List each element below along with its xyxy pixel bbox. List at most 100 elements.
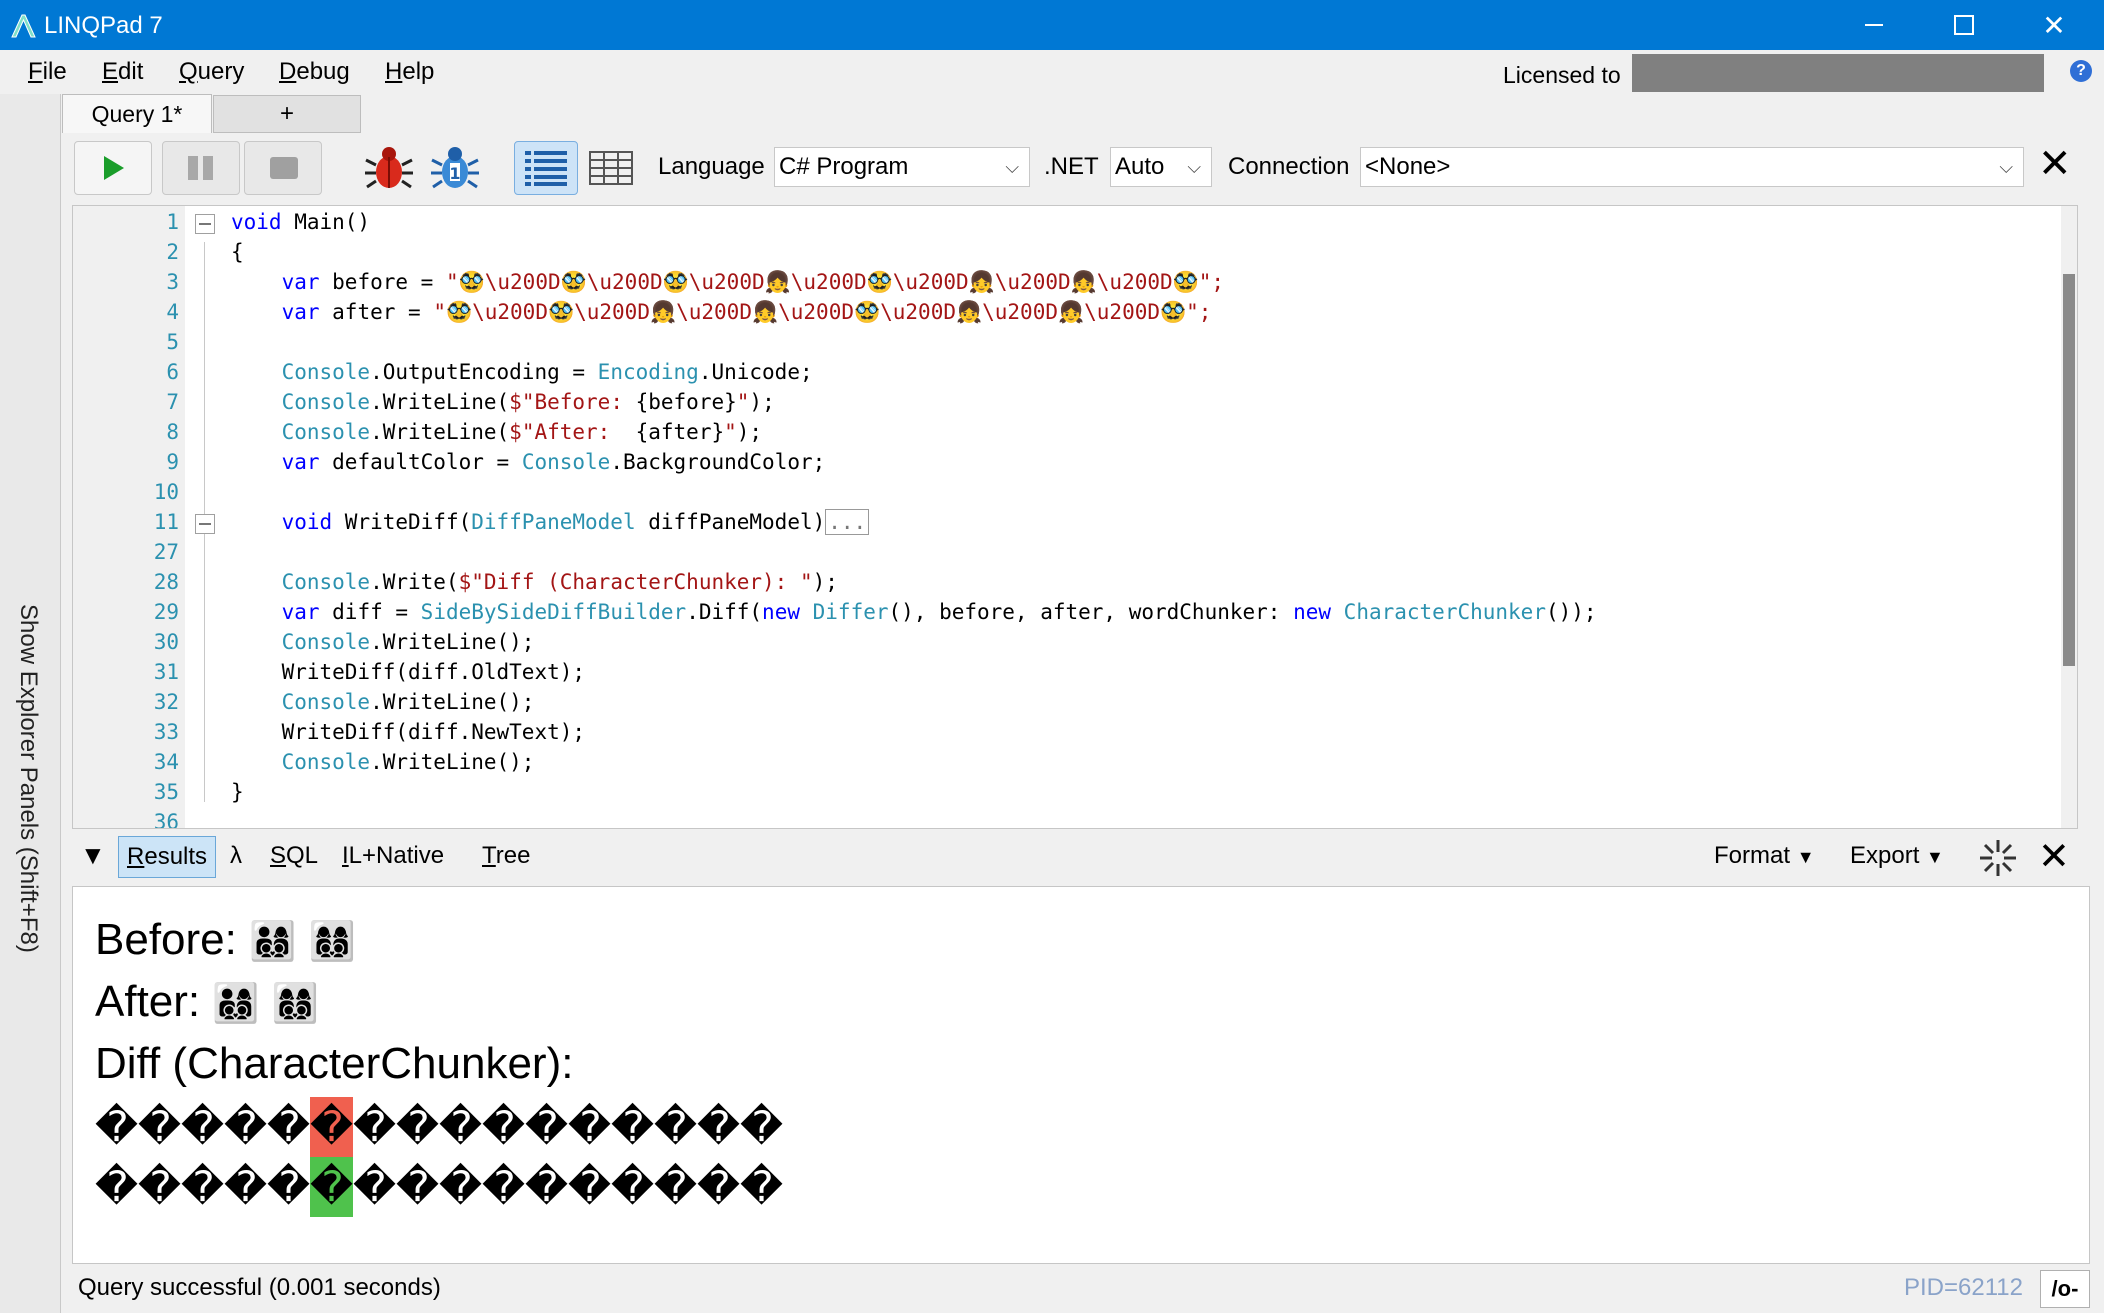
code-line-9: var defaultColor = Console.BackgroundCol… [281, 450, 826, 474]
dotnet-version-select[interactable]: Auto ⌵ [1110, 147, 1212, 187]
diff-char: � [439, 1102, 483, 1151]
query-status-text: Query successful (0.001 seconds) [78, 1274, 441, 1301]
tab-il-native[interactable]: IL+Native [342, 842, 444, 870]
minimize-button[interactable] [1832, 0, 1916, 50]
diff-char: � [525, 1102, 569, 1151]
fold-toggle-writediff[interactable] [195, 514, 215, 534]
code-line-2: { [231, 240, 244, 264]
code-line-1: void Main() [231, 210, 371, 234]
connection-select[interactable]: <None> ⌵ [1360, 147, 2024, 187]
diff-char: � [525, 1162, 569, 1211]
grid-results-button[interactable] [584, 143, 638, 193]
diff-char: � [181, 1102, 225, 1151]
diff-char: � [654, 1162, 698, 1211]
close-query-button[interactable]: ✕ [2038, 141, 2072, 187]
code-line-11: void WriteDiff(DiffPaneModel diffPaneMod… [231, 509, 870, 535]
chevron-down-icon: ⌵ [1999, 157, 2013, 177]
query-toolbar: 1 Language C# Program ⌵ .NET Auto ⌵ Conn… [62, 133, 2100, 205]
diff-char: � [482, 1102, 526, 1151]
language-select[interactable]: C# Program ⌵ [774, 147, 1030, 187]
diff-char: � [267, 1102, 311, 1151]
undock-results-button[interactable] [1978, 838, 2018, 878]
process-id-label: PID=62112 [1904, 1274, 2023, 1301]
tab-results[interactable]: Results [118, 836, 217, 878]
diff-char: � [224, 1162, 268, 1211]
results-output-pane: Before: 👨‍👩‍👦‍👦 👩‍👩‍👦‍👦 After: 👨‍👩‍👦‍👦 👩… [72, 886, 2090, 1264]
diff-char: � [396, 1102, 440, 1151]
debug-bug-icon [365, 147, 413, 189]
close-icon: ✕ [2038, 836, 2070, 878]
code-line-7: Console.WriteLine($"Before: {before}"); [281, 390, 775, 414]
language-label: Language [658, 153, 765, 180]
diff-char: � [697, 1162, 741, 1211]
menu-bar: File Edit Query Debug Help Licensed to ? [0, 50, 2104, 94]
code-line-4: var after = "🥸\u200D🥸\u200D👧\u200D👧\u200… [281, 300, 1212, 324]
diff-deleted-char: � [310, 1097, 353, 1157]
tab-query-1[interactable]: Query 1* [62, 94, 212, 133]
tab-tree[interactable]: Tree [482, 842, 530, 870]
pause-button[interactable] [162, 141, 240, 195]
rich-text-results-icon [525, 151, 567, 186]
diff-char: � [138, 1162, 182, 1211]
code-line-31: WriteDiff(diff.OldText); [281, 660, 586, 684]
code-editor[interactable]: 1 2 3 4 5 6 7 8 9 10 11 27 28 29 30 31 3… [72, 205, 2078, 829]
code-line-35: } [231, 780, 244, 804]
optimize-toggle-button[interactable]: /o- [2040, 1270, 2090, 1308]
after-emoji-value: 👨‍👩‍👦‍👦 👩‍👩‍👦‍👦 [212, 981, 320, 1025]
code-line-34: Console.WriteLine(); [281, 750, 535, 774]
tab-sql[interactable]: SQL [270, 842, 318, 870]
export-menu-button[interactable]: Export ▼ [1850, 842, 1944, 870]
diff-char: � [611, 1162, 655, 1211]
diff-char: � [482, 1162, 526, 1211]
menu-edit[interactable]: Edit [102, 58, 143, 86]
output-line-after: After: 👨‍👩‍👦‍👦 👩‍👩‍👦‍👦 [95, 977, 320, 1026]
fold-toggle-main[interactable] [195, 214, 215, 234]
diff-old-row: � � � � � � � � � � � � � � � � [95, 1097, 783, 1157]
debug-button[interactable] [362, 143, 416, 193]
diff-char: � [181, 1162, 225, 1211]
stop-icon [270, 157, 298, 179]
maximize-button[interactable] [1922, 0, 2006, 50]
undock-icon [1980, 840, 2016, 876]
debug-step-button[interactable]: 1 [428, 143, 482, 193]
output-line-before: Before: 👨‍👩‍👦‍👦 👩‍👩‍👦‍👦 [95, 915, 356, 964]
show-explorer-panels-strip[interactable]: Show Explorer Panels (Shift+F8) [0, 94, 61, 1313]
before-emoji-value: 👨‍👩‍👦‍👦 👩‍👩‍👦‍👦 [249, 919, 356, 963]
close-icon: ✕ [2042, 9, 2066, 41]
debug-step-icon: 1 [431, 147, 479, 189]
diff-char: � [138, 1102, 182, 1151]
new-query-tab[interactable]: + [213, 95, 361, 133]
caret-down-icon: ▼ [1796, 847, 1815, 867]
close-window-button[interactable]: ✕ [2012, 0, 2096, 50]
code-line-8: Console.WriteLine($"After: {after}"); [281, 420, 763, 444]
collapsed-region-marker[interactable]: ... [825, 509, 870, 535]
menu-file[interactable]: File [28, 58, 67, 86]
stop-button[interactable] [244, 141, 322, 195]
rich-text-results-button[interactable] [514, 141, 578, 195]
code-line-32: Console.WriteLine(); [281, 690, 535, 714]
code-line-3: var before = "🥸\u200D🥸\u200D🥸\u200D👧\u20… [281, 270, 1225, 294]
diff-char: � [740, 1102, 784, 1151]
code-line-30: Console.WriteLine(); [281, 630, 535, 654]
window-title: LINQPad 7 [44, 12, 163, 39]
editor-scrollbar-thumb[interactable] [2063, 274, 2075, 666]
menu-help[interactable]: Help [385, 58, 434, 86]
format-menu-button[interactable]: Format ▼ [1714, 842, 1815, 870]
close-results-button[interactable]: ✕ [2038, 834, 2070, 879]
run-icon [104, 156, 124, 180]
menu-debug[interactable]: Debug [279, 58, 350, 86]
tab-lambda[interactable]: λ [230, 842, 242, 870]
licensed-to-label: Licensed to [1503, 62, 1621, 88]
code-line-29: var diff = SideBySideDiffBuilder.Diff(ne… [281, 600, 1597, 624]
code-line-28: Console.Write($"Diff (CharacterChunker):… [281, 570, 838, 594]
caret-down-icon: ▼ [80, 840, 106, 870]
run-button[interactable] [74, 141, 152, 195]
connection-label: Connection [1228, 153, 1350, 180]
help-icon[interactable]: ? [2070, 60, 2092, 82]
collapse-results-button[interactable]: ▼ [80, 840, 106, 871]
menu-query[interactable]: Query [179, 58, 244, 86]
pause-icon [188, 156, 213, 180]
diff-char: � [439, 1162, 483, 1211]
svg-text:1: 1 [449, 164, 460, 183]
diff-char: � [611, 1102, 655, 1151]
